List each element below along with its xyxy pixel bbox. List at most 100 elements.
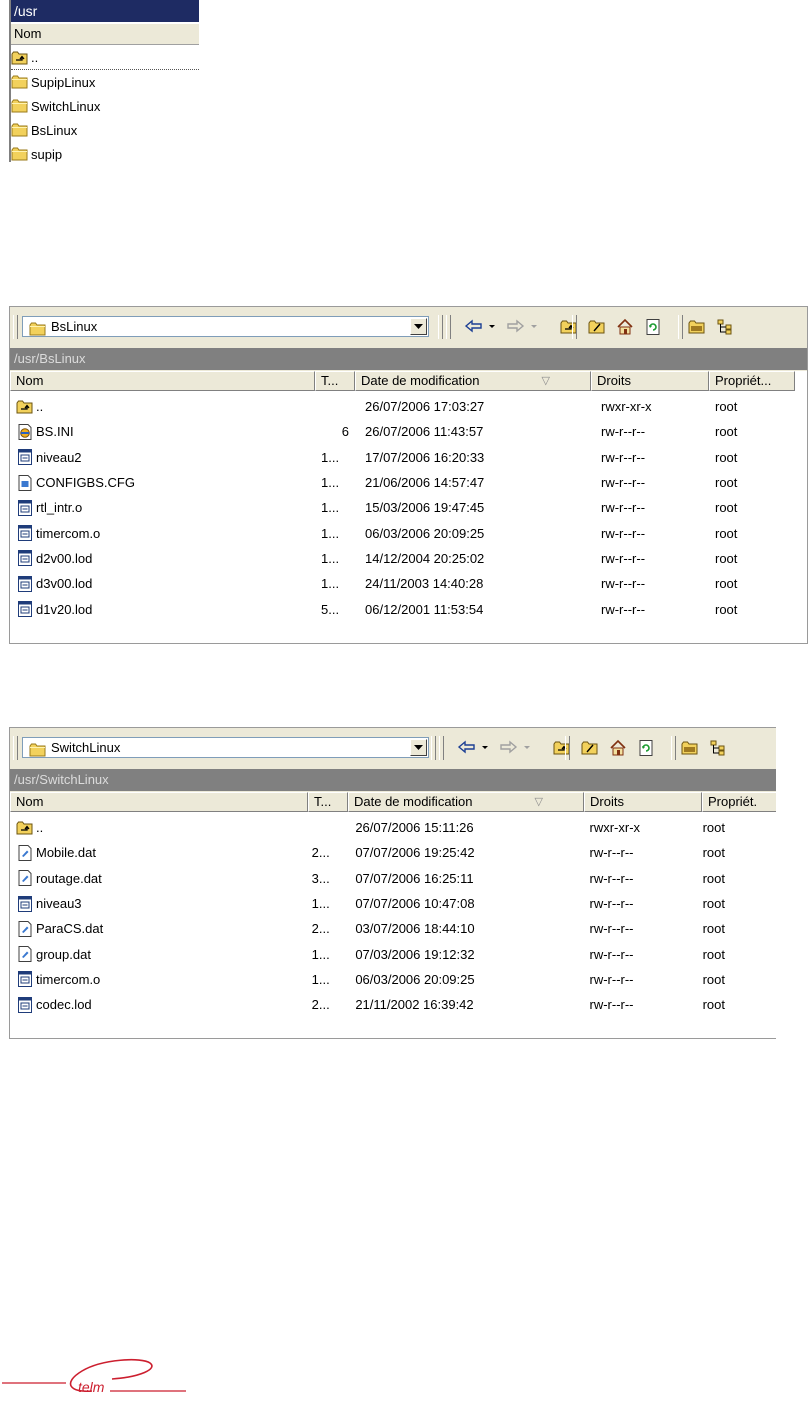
open-folder-icon[interactable] (681, 737, 703, 759)
rename-folder-icon[interactable] (588, 316, 610, 338)
switchlinux-explorer-window: SwitchLinux /usr/SwitchLinux Nom T... Da… (9, 727, 776, 1039)
file-row[interactable]: d2v00.lod 1... 14/12/2004 20:25:02 rw-r--r-… (10, 546, 807, 571)
forward-arrow-icon[interactable] (499, 737, 519, 759)
file-name: niveau2 (36, 449, 82, 465)
text-file-icon (16, 945, 34, 963)
chevron-down-icon[interactable] (410, 318, 427, 335)
tree-view-icon[interactable] (716, 316, 738, 338)
file-rights: rw-r--r-- (589, 921, 634, 937)
file-row[interactable]: niveau3 1... 07/07/2006 10:47:08 rw-r--r-- r… (10, 891, 776, 916)
toolbar-separator (572, 315, 577, 339)
file-name-cell: group.dat (10, 945, 306, 963)
column-header-size[interactable]: T... (308, 792, 348, 812)
column-header-rights[interactable]: Droits (591, 371, 709, 391)
back-arrow-icon[interactable] (464, 316, 484, 338)
file-name-cell: ParaCS.dat (10, 920, 306, 938)
file-row[interactable]: d3v00.lod 1... 24/11/2003 14:40:28 rw-r--r-… (10, 571, 807, 596)
binary-file-icon (16, 600, 34, 618)
file-name-cell: CONFIGBS.CFG (10, 474, 315, 492)
tree-view-icon[interactable] (709, 737, 731, 759)
column-header-size[interactable]: T... (315, 371, 355, 391)
file-name: niveau3 (36, 896, 82, 912)
combo-value: BsLinux (51, 319, 98, 334)
file-row[interactable]: routage.dat 3... 07/07/2006 16:25:11 rw-r--… (10, 866, 776, 891)
folder-combobox[interactable]: SwitchLinux (22, 737, 429, 758)
file-name: group.dat (36, 946, 91, 962)
file-row[interactable]: niveau2 1... 17/07/2006 16:20:33 rw-r--r-- r… (10, 445, 807, 470)
file-row[interactable]: BS.INI 6 26/07/2006 11:43:57 rw-r--r-- root (10, 419, 807, 444)
file-size: 2... (311, 997, 330, 1013)
column-header-owner[interactable]: Propriét... (709, 371, 795, 391)
file-date: 07/07/2006 19:25:42 (355, 845, 475, 861)
list-item[interactable]: SwitchLinux (11, 94, 199, 118)
column-header-rights[interactable]: Droits (584, 792, 702, 812)
toolbar-separator (671, 736, 676, 760)
parent-folder-icon[interactable] (560, 316, 582, 338)
file-row[interactable]: CONFIGBS.CFG 1... 21/06/2006 14:57:47 rw-r-… (10, 470, 807, 495)
folder-up-icon (16, 819, 34, 837)
file-size: 2... (311, 921, 330, 937)
file-row[interactable]: rtl_intr.o 1... 15/03/2006 19:47:45 rw-r--r… (10, 495, 807, 520)
home-icon[interactable] (609, 737, 631, 759)
back-dropdown-icon[interactable] (488, 316, 498, 338)
file-name-cell: codec.lod (10, 996, 306, 1014)
folder-icon (29, 320, 47, 341)
column-header-date[interactable]: Date de modification ▽ (348, 792, 584, 812)
toolbar-grip[interactable] (431, 736, 436, 760)
file-name-cell: .. (10, 819, 306, 837)
chevron-down-icon[interactable] (410, 739, 427, 756)
folder-combobox[interactable]: BsLinux (22, 316, 429, 337)
file-rights: rwxr-xr-x (589, 820, 641, 836)
forward-dropdown-icon[interactable] (530, 316, 540, 338)
forward-arrow-icon[interactable] (506, 316, 526, 338)
folder-icon (11, 73, 29, 91)
file-name-cell: Mobile.dat (10, 844, 306, 862)
folder-up-icon (11, 49, 29, 67)
file-name-cell: d3v00.lod (10, 575, 315, 593)
toolbar-grip[interactable] (13, 736, 18, 760)
toolbar-grip[interactable] (439, 736, 444, 760)
toolbar-grip[interactable] (13, 315, 18, 339)
file-name: codec.lod (36, 997, 92, 1013)
toolbar-grip[interactable] (446, 315, 451, 339)
column-header-name[interactable]: Nom (10, 792, 308, 812)
file-row[interactable]: ParaCS.dat 2... 03/07/2006 18:44:10 rw-r--r… (10, 916, 776, 941)
forward-dropdown-icon[interactable] (523, 737, 533, 759)
file-row[interactable]: group.dat 1... 07/03/2006 19:12:32 rw-r--r-… (10, 941, 776, 966)
column-header-name[interactable]: Nom (10, 371, 315, 391)
column-header-date[interactable]: Date de modification ▽ (355, 371, 591, 391)
file-date: 21/11/2002 16:39:42 (355, 997, 474, 1013)
back-arrow-icon[interactable] (457, 737, 477, 759)
binary-file-icon (16, 448, 34, 466)
file-row[interactable]: d1v20.lod 5... 06/12/2001 11:53:54 rw-r--r-… (10, 596, 807, 621)
open-folder-icon[interactable] (688, 316, 710, 338)
binary-file-icon (16, 895, 34, 913)
file-owner: root (702, 870, 725, 886)
refresh-icon[interactable] (644, 316, 666, 338)
parent-folder-icon[interactable] (553, 737, 575, 759)
file-row[interactable]: .. 26/07/2006 15:11:26 rwxr-xr-x root (10, 815, 776, 840)
sort-descending-icon: ▽ (541, 375, 550, 387)
file-date: 03/07/2006 18:44:10 (355, 921, 475, 937)
list-item[interactable]: .. (11, 46, 199, 70)
file-rights: rw-r--r-- (589, 946, 634, 962)
column-header-owner[interactable]: Propriét. (702, 792, 776, 812)
file-size: 1... (311, 946, 330, 962)
home-icon[interactable] (616, 316, 638, 338)
column-header-name[interactable]: Nom (11, 23, 199, 45)
back-dropdown-icon[interactable] (481, 737, 491, 759)
file-row[interactable]: Mobile.dat 2... 07/07/2006 19:25:42 rw-r--r… (10, 840, 776, 865)
file-rights: rw-r--r-- (589, 971, 634, 987)
list-item[interactable]: SupipLinux (11, 70, 199, 94)
list-item[interactable]: supip (11, 142, 199, 162)
refresh-icon[interactable] (637, 737, 659, 759)
rename-folder-icon[interactable] (581, 737, 603, 759)
file-row[interactable]: timercom.o 1... 06/03/2006 20:09:25 rw-r--r… (10, 967, 776, 992)
list-item[interactable]: BsLinux (11, 118, 199, 142)
file-owner: root (702, 921, 725, 937)
toolbar-grip[interactable] (438, 315, 443, 339)
file-row[interactable]: timercom.o 1... 06/03/2006 20:09:25 rw-r--r… (10, 520, 807, 545)
file-row[interactable]: codec.lod 2... 21/11/2002 16:39:42 rw-r--r-… (10, 992, 776, 1017)
file-row[interactable]: .. 26/07/2006 17:03:27 rwxr-xr-x root (10, 394, 807, 419)
file-size: 5... (321, 601, 340, 617)
